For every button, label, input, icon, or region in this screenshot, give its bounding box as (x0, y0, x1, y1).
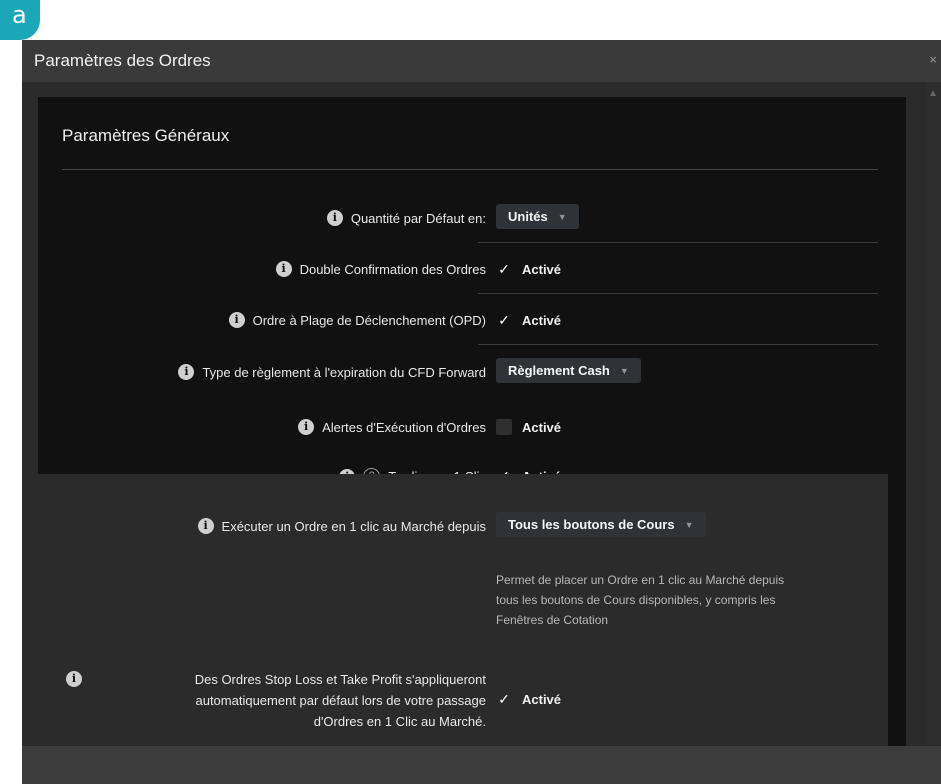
section-title: Paramètres Généraux (62, 126, 230, 145)
order-settings-window: Paramètres des Ordres × ▲ ▼ Paramètres G… (22, 40, 941, 784)
one-click-description: Permet de placer un Ordre en 1 clic au M… (496, 570, 886, 630)
row-divider (478, 242, 878, 243)
settlement-type-label: i Type de règlement à l'expiration du CF… (178, 364, 486, 380)
info-icon[interactable]: i (66, 671, 82, 687)
info-icon[interactable]: i (298, 419, 315, 435)
one-click-source-label: i Exécuter un Ordre en 1 clic au Marché … (197, 518, 486, 534)
default-quantity-text: Quantité par Défaut en: (350, 210, 486, 226)
close-icon[interactable]: × (929, 52, 937, 67)
opd-order-text: Ordre à Plage de Déclenchement (OPD) (252, 312, 486, 328)
chevron-down-icon: ▼ (619, 365, 629, 376)
stoploss-label-line: Des Ordres Stop Loss et Take Profit s'ap… (194, 672, 486, 687)
one-click-source-dropdown[interactable]: Tous les boutons de Cours ▼ (496, 512, 706, 537)
info-icon[interactable]: i (326, 210, 343, 226)
opd-order-checkbox[interactable]: ✓ (496, 312, 512, 328)
settlement-type-control: Règlement Cash ▼ (496, 358, 641, 383)
dropdown-value: Unités (508, 209, 548, 224)
checkbox-label: Activé (522, 312, 562, 328)
description-line: Permet de placer un Ordre en 1 clic au M… (496, 573, 785, 587)
stoploss-label-line: automatiquement par défaut lors de votre… (195, 693, 486, 708)
row-divider (478, 293, 878, 294)
double-confirmation-text: Double Confirmation des Ordres (299, 261, 486, 277)
description-line: Fenêtres de Cotation (496, 613, 609, 627)
stoploss-takeprofit-label: i Des Ordres Stop Loss et Take Profit s'… (66, 669, 486, 732)
chevron-down-icon: ▼ (557, 211, 567, 222)
checkbox-label: Activé (522, 261, 562, 277)
chevron-down-icon: ▼ (684, 519, 694, 530)
info-icon[interactable]: i (275, 261, 292, 277)
dropdown-value: Tous les boutons de Cours (508, 517, 675, 532)
title-bar: Paramètres des Ordres × (22, 40, 941, 82)
one-click-source-control: Tous les boutons de Cours ▼ (496, 512, 706, 537)
dropdown-value: Règlement Cash (508, 363, 610, 378)
description-line: tous les boutons de Cours disponibles, y… (496, 593, 776, 607)
default-quantity-label: i Quantité par Défaut en: (326, 210, 486, 226)
bottom-bar (22, 746, 941, 784)
stoploss-label-line: d'Ordres en 1 Clic au Marché. (313, 714, 486, 729)
execution-alerts-control: Activé (496, 419, 561, 435)
scroll-up-icon[interactable]: ▲ (928, 88, 938, 99)
checkbox-label: Activé (522, 419, 562, 435)
checkbox-label: Activé (522, 691, 562, 707)
divider (62, 169, 878, 170)
window-title: Paramètres des Ordres (34, 51, 211, 70)
stoploss-takeprofit-control: ✓ Activé (496, 691, 561, 707)
double-confirmation-label: i Double Confirmation des Ordres (275, 261, 486, 277)
stoploss-takeprofit-checkbox[interactable]: ✓ (496, 691, 512, 707)
execution-alerts-checkbox[interactable] (496, 419, 512, 435)
general-settings-panel: Paramètres Généraux i Quantité par Défau… (38, 97, 906, 748)
scrollbar[interactable] (927, 82, 941, 744)
default-quantity-control: Unités ▼ (496, 204, 579, 229)
info-icon[interactable]: i (228, 312, 245, 328)
one-click-source-text: Exécuter un Ordre en 1 clic au Marché de… (221, 518, 486, 534)
row-divider (478, 344, 878, 345)
opd-order-label: i Ordre à Plage de Déclenchement (OPD) (228, 312, 486, 328)
double-confirmation-checkbox[interactable]: ✓ (496, 261, 512, 277)
execution-alerts-text: Alertes d'Exécution d'Ordres (322, 419, 486, 435)
execution-alerts-label: i Alertes d'Exécution d'Ordres (298, 419, 486, 435)
info-icon[interactable]: i (197, 518, 214, 534)
info-icon[interactable]: i (178, 364, 195, 380)
opd-order-control: ✓ Activé (496, 312, 561, 328)
settlement-type-text: Type de règlement à l'expiration du CFD … (202, 364, 486, 380)
default-quantity-dropdown[interactable]: Unités ▼ (496, 204, 579, 229)
settlement-type-dropdown[interactable]: Règlement Cash ▼ (496, 358, 641, 383)
double-confirmation-control: ✓ Activé (496, 261, 561, 277)
section-letter-badge: a (0, 0, 40, 40)
